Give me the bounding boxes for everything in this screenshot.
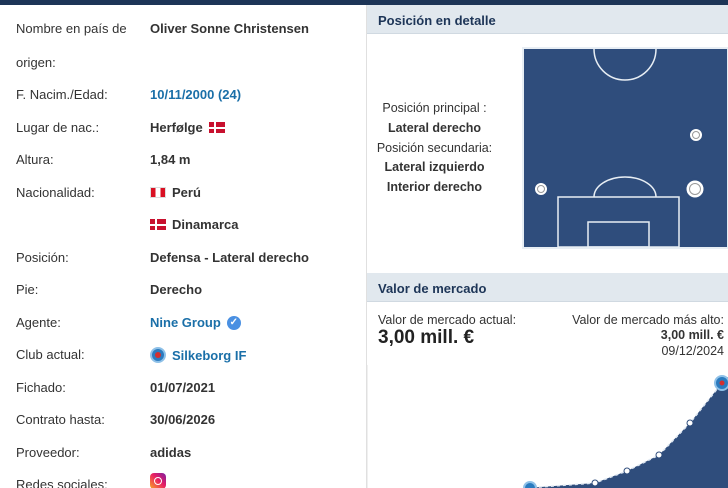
instagram-icon[interactable] <box>150 473 166 488</box>
label-height: Altura: <box>16 152 54 167</box>
label-birthplace: Lugar de nac.: <box>16 120 100 135</box>
marker-center <box>537 185 545 193</box>
birthplace-text: Herfølge <box>150 120 203 135</box>
penalty-arc-line <box>593 176 657 198</box>
value-height: 1,84 m <box>150 152 191 167</box>
value-social <box>150 473 166 488</box>
current-value-label: Valor de mercado actual: <box>378 313 517 327</box>
marker-center <box>689 183 701 195</box>
label-supplier: Proveedor: <box>16 445 80 460</box>
chart-point[interactable] <box>591 479 599 487</box>
label-agent: Agente: <box>16 315 61 330</box>
label-social: Redes sociales: <box>16 477 108 488</box>
right-column: Posición en detalle Posición principal :… <box>367 5 728 488</box>
marker-center <box>692 131 700 139</box>
market-value-chart <box>367 365 728 488</box>
secondary-position-label: Posición secundaria: <box>376 141 493 155</box>
value-position: Defensa - Lateral derecho <box>150 250 309 265</box>
label-native-name-cont: origen: <box>16 55 56 70</box>
secondary-position-value-1: Lateral izquierdo <box>384 160 485 174</box>
verified-icon: ✓ <box>226 315 241 330</box>
chart-point[interactable] <box>686 419 694 427</box>
value-birthplace: Herfølge <box>150 120 225 135</box>
main-position-label: Posición principal : <box>382 101 487 115</box>
club-crest-chart-point[interactable] <box>523 481 537 488</box>
label-birthdate: F. Nacim./Edad: <box>16 87 108 102</box>
value-joined: 01/07/2021 <box>150 380 216 395</box>
value-nationality-1: Perú <box>150 185 201 200</box>
crest-detail <box>719 380 725 386</box>
denmark-flag-icon <box>150 219 166 230</box>
goal-area-line <box>587 221 650 248</box>
denmark-flag-icon <box>208 122 225 133</box>
value-contract: 30/06/2026 <box>150 412 216 427</box>
chart-point[interactable] <box>655 451 663 459</box>
club-crest-icon[interactable] <box>150 347 166 363</box>
label-native-name: Nombre en país de <box>16 21 127 36</box>
label-position: Posición: <box>16 250 69 265</box>
label-current-club: Club actual: <box>16 347 85 362</box>
chart-point[interactable] <box>623 467 631 475</box>
value-foot: Derecho <box>150 282 203 297</box>
secondary-position-value-2: Interior derecho <box>386 180 483 194</box>
label-nationality: Nacionalidad: <box>16 185 95 200</box>
pitch-lines <box>533 48 706 248</box>
main-position-value: Lateral derecho <box>387 121 482 135</box>
agent-link[interactable]: Nine Group <box>150 315 221 330</box>
highest-value-date: 09/12/2024 <box>661 344 724 358</box>
value-agent: Nine Group ✓ <box>150 315 241 330</box>
label-joined: Fichado: <box>16 380 66 395</box>
position-section-title: Posición en detalle <box>367 5 728 34</box>
highest-value-label: Valor de mercado más alto: <box>572 313 724 327</box>
value-native-name: Oliver Sonne Christensen <box>150 21 309 36</box>
center-circle-line <box>593 48 657 81</box>
label-contract: Contrato hasta: <box>16 412 105 427</box>
player-data-panel: Nombre en país de origen: Oliver Sonne C… <box>0 5 366 488</box>
value-supplier: adidas <box>150 445 192 460</box>
club-link[interactable]: Silkeborg IF <box>172 348 246 363</box>
birthdate-link[interactable]: 10/11/2000 (24) <box>150 87 241 102</box>
peru-flag-icon <box>150 187 166 198</box>
value-current-club: Silkeborg IF <box>150 347 246 363</box>
nationality-1-text: Perú <box>172 185 201 200</box>
market-value-section-title: Valor de mercado <box>367 273 728 302</box>
value-nationality-2: Dinamarca <box>150 217 238 232</box>
nationality-2-text: Dinamarca <box>172 217 239 232</box>
highest-value: 3,00 mill. € <box>660 328 724 342</box>
current-value: 3,00 mill. € <box>378 327 475 348</box>
label-foot: Pie: <box>16 282 39 297</box>
football-pitch <box>522 47 728 249</box>
